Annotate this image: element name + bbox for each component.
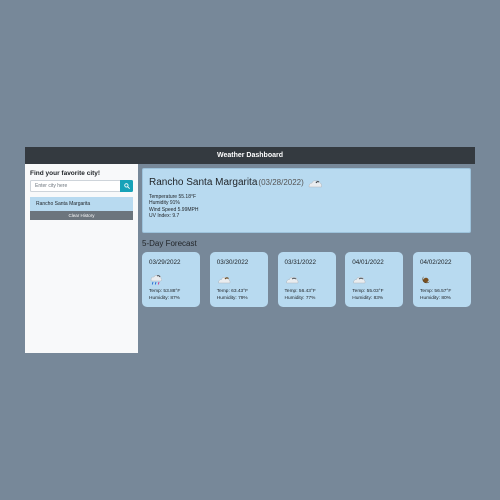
moon-icon (422, 276, 430, 284)
forecast-cards: 03/29/2022 Temp: 53.88°F Humidity: 87% 0… (142, 252, 471, 307)
forecast-temp: Temp: 53.88°F (149, 289, 181, 294)
forecast-date: 04/02/2022 (420, 259, 452, 266)
forecast-title: 5-Day Forecast (142, 239, 197, 248)
forecast-temp: Temp: 55.03°F (352, 289, 384, 294)
forecast-temp: Temp: 56.57°F (420, 289, 452, 294)
forecast-humidity: Humidity: 87% (149, 296, 180, 301)
sidebar: Find your favorite city! Rancho Santa Ma… (25, 164, 138, 353)
main-panel: Rancho Santa Margarita (03/28/2022) Temp… (138, 164, 475, 353)
rain-cloud-icon (150, 274, 162, 285)
forecast-card: 04/02/2022 Temp: 56.57°F Humidity: 80% (413, 252, 471, 307)
city-name: Rancho Santa Margarita (149, 177, 258, 188)
forecast-card: 04/01/2022 Temp: 55.03°F Humidity: 83% (345, 252, 404, 307)
content-area: Find your favorite city! Rancho Santa Ma… (25, 164, 475, 353)
current-uv: UV Index: 9.7 (149, 212, 180, 219)
forecast-temp: Temp: 56.43°F (284, 289, 316, 294)
forecast-humidity: Humidity: 79% (216, 296, 248, 301)
search-button[interactable] (120, 180, 133, 192)
forecast-card: 03/30/2022 Temp: 63.43°F Humidity: 79% (209, 252, 268, 307)
forecast-date: 03/31/2022 (284, 259, 317, 266)
partly-cloudy-icon (217, 277, 231, 284)
forecast-temp: Temp: 63.43°F (216, 289, 248, 294)
app-header: Weather Dashboard (25, 147, 475, 164)
search-row (30, 180, 133, 192)
forecast-card: 03/31/2022 Temp: 56.43°F Humidity: 77% (277, 252, 336, 307)
forecast-humidity: Humidity: 80% (420, 296, 451, 301)
current-weather-card: Rancho Santa Margarita (03/28/2022) Temp… (142, 168, 471, 233)
clear-history-button[interactable]: Clear History (30, 211, 133, 220)
partly-cloudy-icon (307, 178, 323, 188)
sidebar-heading: Find your favorite city! (30, 170, 101, 177)
search-icon (123, 183, 130, 189)
current-title: Rancho Santa Margarita (03/28/2022) (149, 177, 464, 188)
forecast-humidity: Humidity: 83% (352, 296, 384, 301)
search-input[interactable] (30, 180, 120, 192)
forecast-date: 04/01/2022 (352, 259, 384, 266)
page-title: Weather Dashboard (217, 152, 283, 159)
forecast-card: 03/29/2022 Temp: 53.88°F Humidity: 87% (142, 252, 200, 307)
weather-app: Weather Dashboard Find your favorite cit… (25, 147, 475, 353)
forecast-humidity: Humidity: 77% (284, 296, 316, 301)
history-item[interactable]: Rancho Santa Margarita (30, 197, 133, 211)
cloud-icon (353, 277, 366, 284)
forecast-date: 03/30/2022 (216, 259, 249, 266)
cloud-icon (285, 277, 298, 284)
forecast-date: 03/29/2022 (149, 259, 181, 266)
current-date: (03/28/2022) (258, 178, 304, 187)
